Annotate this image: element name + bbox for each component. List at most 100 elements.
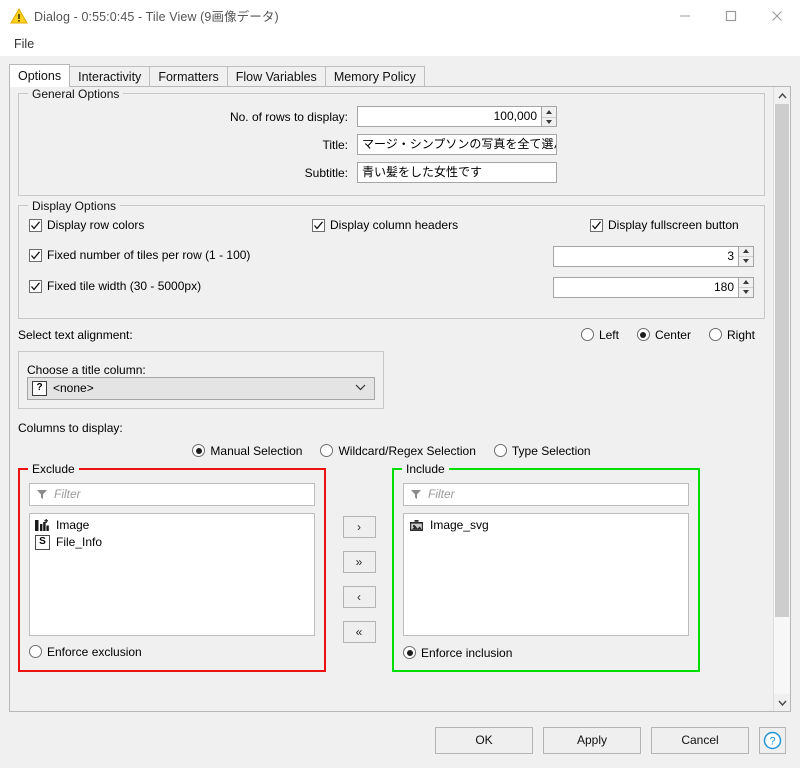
display-options-group: Display Options Display row colors Displ…: [18, 199, 765, 319]
rows-to-display-stepper[interactable]: 100,000: [357, 106, 557, 127]
tile-width-stepper-down[interactable]: [739, 287, 753, 297]
radio-selected-icon: [636, 328, 650, 341]
tiles-per-row-label: Fixed number of tiles per row (1 - 100): [47, 248, 251, 263]
display-row-colors-checkbox[interactable]: Display row colors: [29, 218, 144, 232]
title-input[interactable]: マージ・シンプソンの写真を全て選んでく: [357, 134, 557, 155]
maximize-button[interactable]: [708, 0, 754, 32]
exclude-filter-input[interactable]: Filter: [54, 487, 81, 501]
menu-item-file[interactable]: File: [9, 35, 39, 53]
radio-icon: [29, 645, 42, 658]
enforce-exclusion-label: Enforce exclusion: [47, 644, 142, 659]
dialog-window: Dialog - 0:55:0:45 - Tile View (9画像データ) …: [0, 0, 800, 768]
alignment-right-radio[interactable]: Right: [708, 327, 755, 342]
text-alignment-label: Select text alignment:: [18, 327, 133, 342]
display-checkbox-row: Display row colors Display column header…: [29, 218, 754, 234]
display-column-headers-checkbox[interactable]: Display column headers: [312, 218, 458, 232]
tab-strip-container: Options Interactivity Formatters Flow Va…: [0, 56, 800, 88]
display-fullscreen-button-checkbox[interactable]: Display fullscreen button: [590, 218, 739, 232]
move-left-button[interactable]: ‹: [342, 585, 376, 608]
subtitle-input[interactable]: 青い髪をした女性です: [357, 162, 557, 183]
tiles-stepper-buttons[interactable]: [739, 245, 754, 267]
include-title: Include: [402, 461, 449, 476]
tile-width-stepper[interactable]: 180: [553, 276, 754, 298]
wildcard-regex-selection-radio[interactable]: Wildcard/Regex Selection: [320, 444, 476, 458]
scrollbar-track[interactable]: [774, 104, 790, 694]
tab-options[interactable]: Options: [9, 64, 71, 87]
checkmark-icon: [590, 218, 603, 232]
include-filter-box[interactable]: Filter: [403, 482, 689, 506]
checkmark-icon: [312, 218, 325, 232]
include-filter-input[interactable]: Filter: [428, 487, 455, 501]
columns-to-display-label: Columns to display:: [18, 420, 123, 435]
title-bar: Dialog - 0:55:0:45 - Tile View (9画像データ): [0, 0, 800, 32]
title-column-group: Choose a title column: ? <none>: [18, 350, 384, 409]
manual-selection-radio[interactable]: Manual Selection: [192, 444, 302, 458]
rows-stepper-down[interactable]: [542, 116, 556, 127]
tile-width-input[interactable]: 180: [553, 276, 739, 298]
type-selection-label: Type Selection: [511, 443, 591, 458]
ok-button[interactable]: OK: [435, 726, 533, 754]
tile-width-checkbox[interactable]: Fixed tile width (30 - 5000px): [29, 279, 201, 293]
list-item[interactable]: Image: [33, 517, 311, 534]
tab-interactivity[interactable]: Interactivity: [69, 66, 151, 88]
title-column-legend: Choose a title column:: [27, 362, 146, 377]
tile-width-stepper-up[interactable]: [739, 278, 753, 288]
list-item-label: Image_svg: [430, 518, 489, 532]
menu-bar: File: [0, 32, 800, 56]
rows-stepper-buttons[interactable]: [542, 106, 557, 127]
column-filter-panel: Exclude Filter Image S File_Info Enforce…: [18, 461, 765, 672]
rows-to-display-input[interactable]: 100,000: [357, 106, 542, 127]
radio-icon: [320, 444, 334, 457]
svg-text:?: ?: [769, 735, 775, 747]
checkmark-icon: [29, 279, 42, 293]
subtitle-label: Subtitle:: [304, 165, 348, 180]
manual-selection-label: Manual Selection: [210, 443, 303, 458]
list-item[interactable]: S File_Info: [33, 534, 311, 551]
text-alignment-options: Left Center Right: [580, 327, 765, 342]
apply-button[interactable]: Apply: [543, 726, 641, 754]
tab-formatters[interactable]: Formatters: [149, 66, 228, 88]
tiles-per-row-input[interactable]: 3: [553, 245, 739, 267]
scrollbar-thumb[interactable]: [775, 104, 789, 618]
tab-memory-policy[interactable]: Memory Policy: [324, 66, 425, 88]
title-column-dropdown[interactable]: ? <none>: [27, 376, 375, 400]
alignment-left-radio[interactable]: Left: [580, 327, 619, 342]
include-panel: Include Filter Image_svg Enforce inclusi…: [392, 461, 700, 672]
enforce-exclusion-option[interactable]: Enforce exclusion: [29, 645, 315, 662]
close-button[interactable]: [754, 0, 800, 32]
scroll-down-arrow-icon[interactable]: [774, 694, 790, 711]
tile-width-stepper-buttons[interactable]: [739, 276, 754, 298]
rows-stepper-up[interactable]: [542, 107, 556, 117]
enforce-inclusion-option[interactable]: Enforce inclusion: [403, 645, 689, 660]
tiles-per-row-checkbox[interactable]: Fixed number of tiles per row (1 - 100): [29, 248, 250, 262]
move-all-right-button[interactable]: »: [342, 550, 376, 573]
list-item[interactable]: Image_svg: [407, 517, 685, 534]
alignment-right-label: Right: [726, 327, 755, 342]
text-alignment-row: Select text alignment: Left Center Right: [18, 328, 765, 342]
radio-selected-icon: [192, 444, 206, 457]
tiles-stepper-down[interactable]: [739, 256, 753, 266]
alignment-center-radio[interactable]: Center: [636, 328, 691, 342]
tiles-per-row-stepper[interactable]: 3: [553, 245, 754, 267]
move-right-button[interactable]: ›: [342, 515, 376, 538]
vertical-scrollbar[interactable]: [773, 87, 790, 711]
tiles-stepper-up[interactable]: [739, 247, 753, 257]
subtitle-row: Subtitle: 青い髪をした女性です: [29, 162, 754, 183]
rows-to-display-label: No. of rows to display:: [229, 109, 348, 124]
minimize-button[interactable]: [662, 0, 708, 32]
cancel-button[interactable]: Cancel: [651, 726, 749, 754]
alignment-left-label: Left: [598, 327, 619, 342]
exclude-filter-box[interactable]: Filter: [29, 482, 315, 506]
title-label: Title:: [322, 137, 348, 152]
exclude-list[interactable]: Image S File_Info: [29, 512, 315, 636]
move-all-left-button[interactable]: «: [342, 620, 376, 643]
rows-to-display-row: No. of rows to display: 100,000: [29, 106, 754, 127]
tab-flow-variables[interactable]: Flow Variables: [226, 66, 326, 88]
list-item-label: File_Info: [56, 535, 103, 549]
type-selection-radio[interactable]: Type Selection: [493, 443, 591, 458]
include-list[interactable]: Image_svg: [403, 512, 689, 636]
exclude-title: Exclude: [28, 461, 79, 476]
string-type-icon: S: [35, 534, 50, 550]
scroll-up-arrow-icon[interactable]: [774, 87, 790, 104]
help-button[interactable]: ?: [759, 726, 786, 754]
